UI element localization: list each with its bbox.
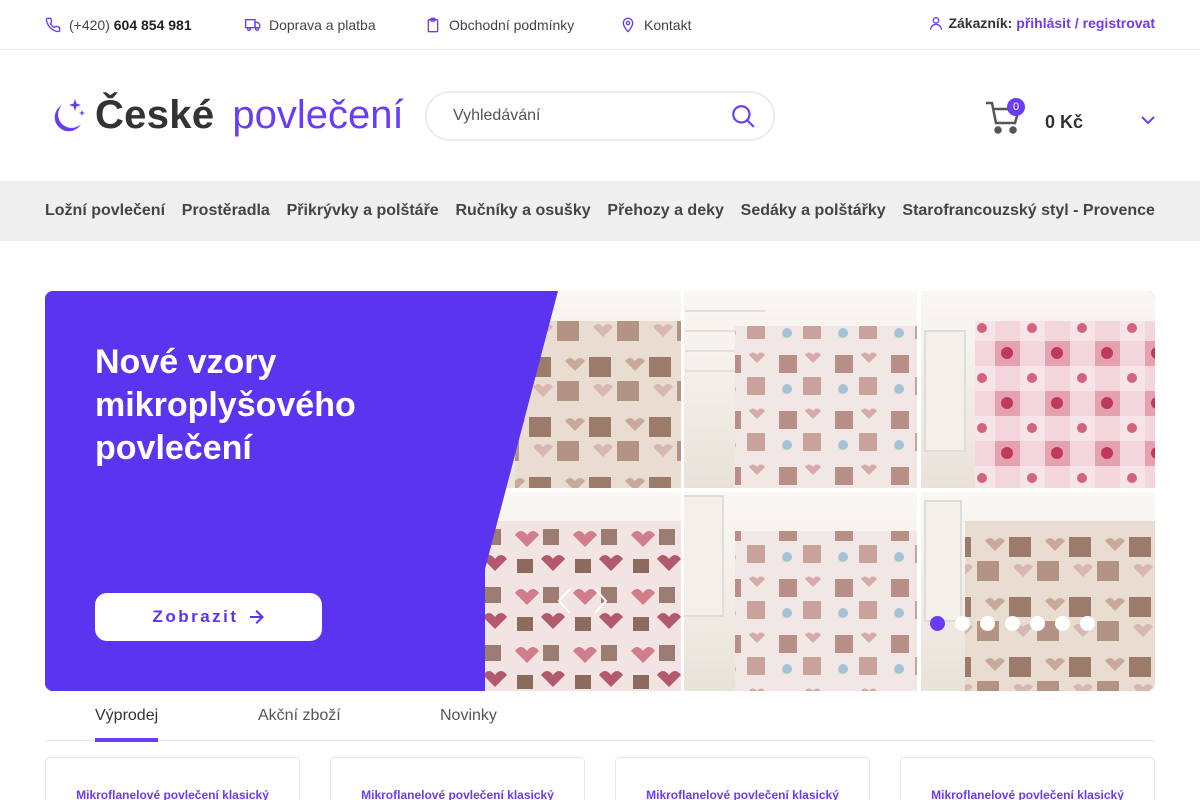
nav-item-bed-linen[interactable]: Ložní povlečení bbox=[45, 202, 165, 220]
search-box bbox=[425, 91, 775, 141]
shipping-label: Doprava a platba bbox=[269, 17, 376, 33]
chevron-down-icon[interactable] bbox=[1140, 114, 1156, 126]
carousel-prev-icon[interactable] bbox=[555, 587, 575, 615]
main-navigation: Ložní povlečení Prostěradla Přikrývky a … bbox=[0, 181, 1200, 241]
cart-total: 0 Kč bbox=[1045, 112, 1084, 132]
product-list: Mikroflanelové povlečení klasický Mikrof… bbox=[45, 757, 1155, 800]
carousel-dot[interactable] bbox=[1030, 616, 1045, 631]
search-icon bbox=[732, 105, 755, 128]
carousel-next-icon[interactable] bbox=[590, 587, 610, 615]
carousel-dot[interactable] bbox=[955, 616, 970, 631]
product-title[interactable]: Mikroflanelové povlečení klasický bbox=[901, 788, 1154, 800]
carousel-dot[interactable] bbox=[930, 616, 945, 631]
carousel-dot[interactable] bbox=[1005, 616, 1020, 631]
phone-prefix: (+420) bbox=[69, 17, 110, 33]
nav-item-sheets[interactable]: Prostěradla bbox=[182, 202, 270, 220]
top-bar: (+420) 604 854 981 Doprava a platba Obch… bbox=[0, 0, 1200, 50]
tab-special-offers[interactable]: Akční zboží bbox=[258, 707, 341, 738]
shipping-link[interactable]: Doprava a platba bbox=[245, 17, 376, 33]
tab-new-arrivals[interactable]: Novinky bbox=[440, 707, 497, 738]
carousel-dots bbox=[930, 616, 1095, 631]
login-link[interactable]: přihlásit bbox=[1016, 15, 1070, 31]
carousel-dot[interactable] bbox=[1080, 616, 1095, 631]
product-card[interactable]: Mikroflanelové povlečení klasický bbox=[900, 757, 1155, 800]
product-card[interactable]: Mikroflanelové povlečení klasický bbox=[615, 757, 870, 800]
cart-count-badge: 0 bbox=[1007, 98, 1025, 116]
nav-item-cushions[interactable]: Sedáky a polštářky bbox=[741, 202, 886, 220]
hero-show-button-label: Zobrazit bbox=[152, 607, 239, 626]
phone-icon bbox=[45, 17, 61, 33]
terms-link[interactable]: Obchodní podmínky bbox=[425, 17, 574, 33]
arrow-right-icon bbox=[249, 610, 264, 624]
product-card[interactable]: Mikroflanelové povlečení klasický bbox=[45, 757, 300, 800]
nav-item-bedspreads-blankets[interactable]: Přehozy a deky bbox=[607, 202, 724, 220]
contact-label: Kontakt bbox=[644, 17, 692, 33]
cart-widget[interactable]: 0 0 Kč bbox=[984, 98, 1156, 142]
tab-sale[interactable]: Výprodej bbox=[95, 707, 159, 742]
register-link[interactable]: registrovat bbox=[1083, 15, 1155, 31]
nav-item-duvets-pillows[interactable]: Přikrývky a polštáře bbox=[287, 202, 439, 220]
nav-item-towels[interactable]: Ručníky a osušky bbox=[455, 202, 590, 220]
contact-link[interactable]: Kontakt bbox=[620, 17, 691, 33]
site-logo[interactable]: České povlečení bbox=[45, 93, 404, 138]
moon-stars-icon bbox=[54, 98, 85, 131]
phone-number: 604 854 981 bbox=[113, 17, 192, 33]
search-button[interactable] bbox=[729, 102, 757, 130]
location-pin-icon bbox=[622, 17, 634, 33]
product-title[interactable]: Mikroflanelové povlečení klasický bbox=[616, 788, 869, 800]
hero-banner: Nové vzory mikroplyšového povlečení Zobr… bbox=[45, 291, 1155, 691]
search-input[interactable] bbox=[453, 107, 729, 125]
terms-label: Obchodní podmínky bbox=[449, 17, 575, 33]
logo-text-bold: České bbox=[95, 93, 215, 137]
carousel-dot[interactable] bbox=[1055, 616, 1070, 631]
hero-title: Nové vzory mikroplyšového povlečení bbox=[95, 343, 356, 467]
user-icon bbox=[930, 17, 943, 30]
logo-text-light: povlečení bbox=[232, 93, 404, 137]
nav-item-provence[interactable]: Starofrancouzský styl - Provence bbox=[902, 202, 1155, 220]
product-title[interactable]: Mikroflanelové povlečení klasický bbox=[331, 788, 584, 800]
clipboard-icon bbox=[427, 17, 439, 33]
customer-area: Zákazník: přihlásit / registrovat bbox=[928, 15, 1155, 31]
product-title[interactable]: Mikroflanelové povlečení klasický bbox=[46, 788, 299, 800]
phone-link[interactable]: (+420) 604 854 981 bbox=[45, 17, 192, 33]
customer-label: Zákazník: bbox=[948, 15, 1013, 31]
product-tabs: Výprodej Akční zboží Novinky bbox=[45, 695, 1155, 742]
login-register-separator: / bbox=[1074, 15, 1079, 31]
hero-show-button[interactable]: Zobrazit bbox=[95, 593, 322, 641]
carousel-dot[interactable] bbox=[980, 616, 995, 631]
truck-icon bbox=[245, 18, 261, 31]
product-card[interactable]: Mikroflanelové povlečení klasický bbox=[330, 757, 585, 800]
